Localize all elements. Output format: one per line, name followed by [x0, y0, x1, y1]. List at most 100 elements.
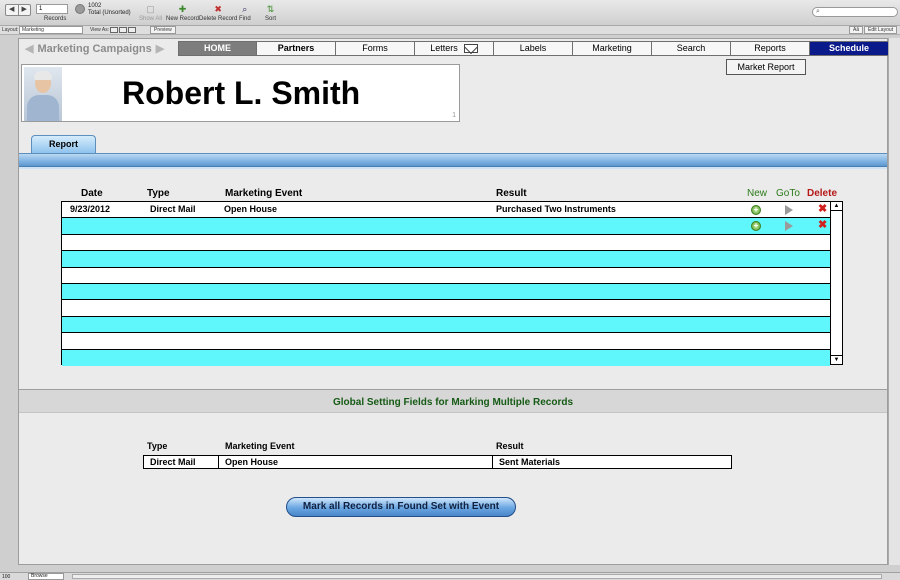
form-view-icon[interactable]: [110, 27, 118, 33]
header-goto: GoTo: [776, 188, 800, 199]
list-view-icon[interactable]: [119, 27, 127, 33]
layout-select[interactable]: Marketing: [19, 26, 83, 34]
section-header: ◀ Marketing Campaigns ▶: [25, 42, 164, 56]
mark-all-records-button[interactable]: Mark all Records in Found Set with Event: [286, 497, 516, 517]
tab-panel-bar: [19, 153, 887, 167]
table-row[interactable]: 9/23/2012 Direct Mail Open House Purchas…: [62, 202, 830, 219]
section-title: Marketing Campaigns: [37, 42, 152, 55]
tab-forms[interactable]: Forms: [336, 41, 415, 56]
market-report-button[interactable]: Market Report: [726, 59, 806, 75]
new-record-label: New Record: [166, 16, 200, 22]
table-row[interactable]: + ✖: [62, 218, 830, 235]
horizontal-scrollbar[interactable]: [72, 574, 882, 579]
header-date: Date: [81, 188, 103, 199]
table-row[interactable]: [62, 349, 830, 366]
nav-tabs: HOME Partners Forms Letters Labels Marke…: [178, 41, 889, 56]
view-as-label: View As:: [90, 27, 110, 33]
goto-icon[interactable]: [785, 205, 793, 215]
show-all-icon: ▢: [146, 4, 155, 14]
next-record-icon[interactable]: ▶: [19, 5, 31, 15]
find-button[interactable]: ⌕ Find: [239, 4, 251, 22]
tab-report[interactable]: Report: [31, 135, 96, 153]
records-label: Records: [44, 16, 67, 22]
layout-label: Layout:: [2, 27, 19, 33]
view-as-toggle[interactable]: [110, 27, 136, 33]
delete-icon[interactable]: ✖: [818, 220, 827, 231]
show-all-label: Show All: [139, 16, 163, 22]
table-row[interactable]: [62, 333, 830, 350]
status-toolbar: ◀ ▶ 1 Records 1002 Total (Unsorted) ▢ Sh…: [0, 0, 900, 26]
global-event-field[interactable]: Open House: [218, 455, 493, 469]
scroll-down-icon[interactable]: ▼: [831, 355, 842, 364]
contact-name: Robert L. Smith: [122, 75, 361, 111]
table-view-icon[interactable]: [128, 27, 136, 33]
quick-find-input[interactable]: ⌕: [812, 7, 898, 17]
new-record-button[interactable]: ✚ New Record: [166, 4, 199, 22]
marketing-portal[interactable]: 9/23/2012 Direct Mail Open House Purchas…: [61, 201, 843, 366]
header-event: Marketing Event: [225, 188, 303, 199]
avatar: [24, 67, 62, 121]
table-row[interactable]: [62, 300, 830, 317]
table-row[interactable]: [62, 251, 830, 268]
row-date[interactable]: 9/23/2012: [70, 204, 110, 214]
global-settings-band: Global Setting Fields for Marking Multip…: [19, 389, 887, 413]
edit-layout-button[interactable]: Edit Layout: [864, 26, 898, 34]
tab-home[interactable]: HOME: [178, 41, 257, 56]
sort-label: Sort: [265, 16, 277, 22]
scroll-up-icon[interactable]: ▲: [831, 202, 842, 211]
font-size-button[interactable]: Aâ: [849, 26, 864, 34]
global-header-event: Marketing Event: [225, 441, 295, 451]
table-row[interactable]: [62, 267, 830, 284]
delete-record-button[interactable]: ✖ Delete Record: [199, 4, 237, 22]
delete-icon[interactable]: ✖: [818, 204, 827, 215]
avatar-hair: [34, 71, 52, 80]
table-row[interactable]: [62, 234, 830, 252]
header-result: Result: [496, 188, 527, 199]
sort-button[interactable]: ⇅ Sort: [265, 4, 276, 22]
tab-partners[interactable]: Partners: [257, 41, 336, 56]
tab-schedule[interactable]: Schedule: [810, 41, 889, 56]
zoom-level[interactable]: 100: [2, 574, 10, 580]
tab-panel-divider: [19, 167, 887, 169]
global-type-field[interactable]: Direct Mail: [143, 455, 219, 469]
table-row[interactable]: [62, 316, 830, 334]
contact-card: Robert L. Smith 1: [21, 64, 460, 122]
preview-button[interactable]: Preview: [150, 26, 176, 34]
header-new: New: [747, 188, 768, 199]
find-label: Find: [239, 16, 251, 22]
record-total: 1002 Total (Unsorted): [88, 3, 131, 17]
header-type: Type: [147, 188, 170, 199]
row-type[interactable]: Direct Mail: [150, 204, 196, 214]
add-row-icon[interactable]: +: [751, 221, 761, 232]
card-number: 1: [452, 112, 456, 119]
tab-marketing[interactable]: Marketing: [573, 41, 652, 56]
delete-record-icon: ✖: [214, 4, 222, 14]
record-navigation[interactable]: ◀ ▶: [5, 4, 31, 16]
mode-select[interactable]: Browse: [28, 573, 64, 580]
header-delete: Delete: [807, 188, 838, 199]
show-all-button[interactable]: ▢ Show All: [139, 4, 162, 22]
tab-search[interactable]: Search: [652, 41, 731, 56]
global-result-field[interactable]: Sent Materials: [492, 455, 732, 469]
window-scrollbar[interactable]: [888, 38, 900, 565]
find-icon: ⌕: [242, 4, 248, 14]
search-icon: ⌕: [816, 8, 820, 15]
avatar-body: [27, 95, 59, 121]
back-arrow-icon[interactable]: ◀: [25, 42, 33, 55]
tab-labels[interactable]: Labels: [494, 41, 573, 56]
total-label: Total (Unsorted): [88, 10, 131, 16]
new-record-icon: ✚: [178, 4, 187, 14]
add-row-icon[interactable]: +: [751, 205, 761, 215]
previous-record-icon[interactable]: ◀: [6, 5, 19, 15]
tab-reports[interactable]: Reports: [731, 41, 810, 56]
goto-icon[interactable]: [785, 221, 793, 232]
global-header-type: Type: [147, 441, 168, 451]
tab-letters[interactable]: Letters: [415, 41, 494, 56]
status-bar: 100 Browse: [0, 572, 900, 580]
record-number-input[interactable]: 1: [36, 4, 68, 14]
row-result[interactable]: Purchased Two Instruments: [496, 204, 616, 214]
table-row[interactable]: [62, 284, 830, 301]
row-event[interactable]: Open House: [224, 204, 277, 214]
forward-arrow-icon[interactable]: ▶: [156, 42, 164, 55]
portal-scrollbar[interactable]: ▲ ▼: [830, 202, 842, 364]
